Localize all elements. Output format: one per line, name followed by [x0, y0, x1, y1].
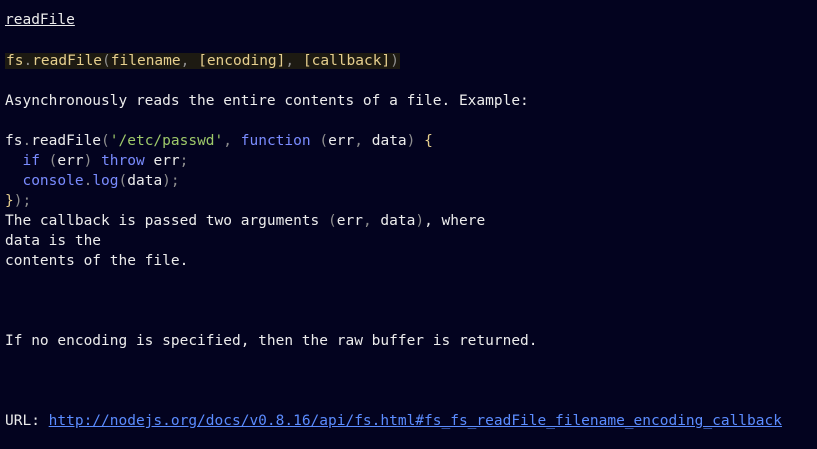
code-line-1: fs.readFile('/etc/passwd', function (err… [5, 131, 433, 151]
code-brace: { [424, 133, 433, 149]
sig-sep: , [285, 53, 303, 69]
code-token: ) [162, 173, 171, 189]
code-token: ( [101, 133, 110, 149]
note-text: err [336, 213, 363, 229]
code-token: data [371, 133, 407, 149]
code-string: '/etc/passwd' [109, 133, 224, 149]
code-token: data [127, 173, 163, 189]
code-line-3: console.log(data); [5, 171, 180, 191]
docs-url-link[interactable]: http://nodejs.org/docs/v0.8.16/api/fs.ht… [49, 413, 782, 429]
code-token: ; [179, 153, 189, 169]
callback-note-line-2: data is the [5, 233, 102, 249]
code-token: . [83, 173, 93, 189]
code-token: ); [13, 193, 32, 209]
doc-title: readFile [5, 12, 75, 28]
code-token: , [354, 133, 372, 149]
code-line-2: if (err) throw err; [5, 151, 188, 171]
sig-dot: . [23, 53, 33, 69]
note-comma: , [362, 213, 381, 229]
code-keyword: throw [101, 153, 145, 169]
code-brace: } [5, 193, 14, 209]
note-text: data [380, 213, 416, 229]
sig-close-paren: ) [390, 53, 399, 69]
callback-note-line-1: The callback is passed two arguments (er… [5, 211, 485, 231]
code-keyword: if [22, 153, 40, 169]
sig-method: readFile [32, 53, 103, 69]
code-token: err [57, 153, 84, 169]
note-text: , where [424, 213, 486, 229]
code-token: fs [5, 133, 23, 149]
terminal-doc-view: readFile fs.readFile(filename, [encoding… [0, 0, 817, 449]
code-token: err [328, 133, 355, 149]
code-token: readFile [31, 133, 102, 149]
note-paren: ( [328, 213, 337, 229]
code-keyword: function [240, 133, 311, 149]
url-line: URL: http://nodejs.org/docs/v0.8.16/api/… [5, 411, 782, 431]
code-token: ( [319, 133, 329, 149]
code-token: err [153, 153, 180, 169]
sig-arg-encoding: [encoding] [198, 53, 286, 69]
sig-object: fs [6, 53, 24, 69]
sig-open-paren: ( [102, 53, 111, 69]
sig-sep: , [180, 53, 199, 69]
doc-description: Asynchronously reads the entire contents… [5, 93, 529, 109]
note-paren: ) [415, 213, 425, 229]
sig-arg-filename: filename [110, 53, 181, 69]
note-text: The callback is passed two arguments [5, 213, 329, 229]
url-label: URL: [5, 413, 49, 429]
code-keyword: console [22, 173, 84, 189]
code-token: ; [170, 173, 180, 189]
encoding-note: If no encoding is specified, then the ra… [5, 333, 538, 349]
code-token: , [223, 133, 241, 149]
code-keyword: log [92, 173, 119, 189]
code-token: . [22, 133, 32, 149]
sig-arg-callback: [callback] [302, 53, 391, 69]
code-token: ( [118, 173, 128, 189]
code-line-4: }); [5, 191, 31, 211]
function-signature: fs.readFile(filename, [encoding], [callb… [5, 51, 400, 71]
callback-note-line-3: contents of the file. [5, 253, 189, 269]
